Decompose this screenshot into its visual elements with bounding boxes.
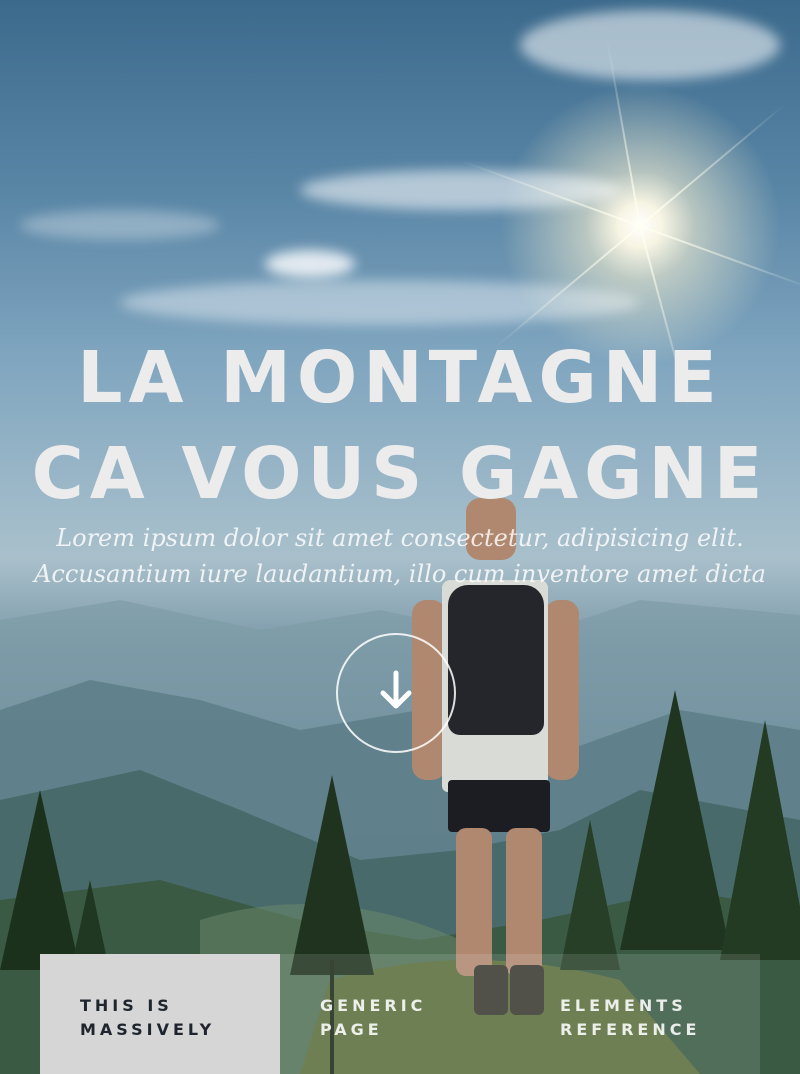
nav-item-elements-reference[interactable]: ELEMENTS REFERENCE	[520, 954, 760, 1074]
nav-item-this-is-massively[interactable]: THIS IS MASSIVELY	[40, 954, 280, 1074]
hero-subtitle: Lorem ipsum dolor sit amet consectetur, …	[34, 524, 766, 588]
nav-item-label: GENERIC PAGE	[320, 996, 427, 1039]
nav-item-label: THIS IS MASSIVELY	[80, 996, 216, 1039]
scroll-down-button[interactable]	[336, 633, 456, 753]
main-nav: THIS IS MASSIVELY GENERIC PAGE ELEMENTS …	[40, 954, 760, 1074]
nav-item-label: ELEMENTS REFERENCE	[560, 996, 701, 1039]
hero-section: LA MONTAGNE CA VOUS GAGNE Lorem ipsum do…	[0, 0, 800, 1074]
hero-title-line1: LA MONTAGNE	[77, 336, 723, 419]
nav-item-generic-page[interactable]: GENERIC PAGE	[280, 954, 520, 1074]
arrow-down-icon	[376, 669, 416, 718]
hero-title: LA MONTAGNE CA VOUS GAGNE	[0, 330, 800, 522]
hero-title-line2: CA VOUS GAGNE	[31, 432, 769, 515]
